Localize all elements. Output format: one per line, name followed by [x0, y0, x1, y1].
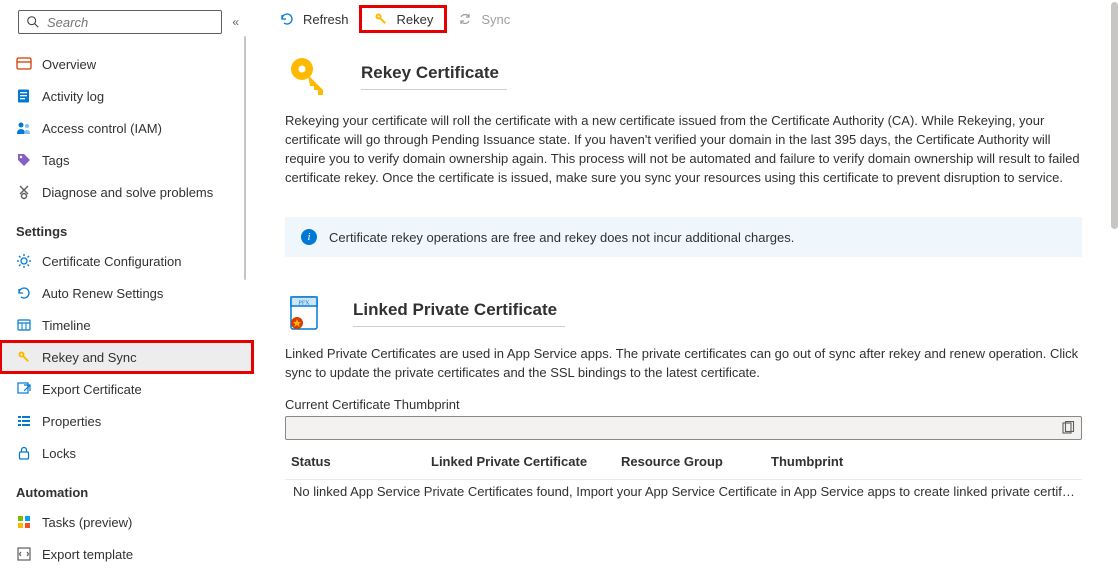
key-icon — [16, 349, 32, 365]
linked-table-empty-row: No linked App Service Private Certificat… — [285, 479, 1082, 505]
sync-icon — [457, 11, 473, 27]
toolbar: Refresh Rekey Sync — [253, 0, 1118, 38]
nav-label: Certificate Configuration — [42, 254, 181, 269]
thumbprint-field — [285, 416, 1082, 440]
nav-label: Properties — [42, 414, 101, 429]
sidebar: « Overview Activity log Access control (… — [0, 0, 253, 568]
sidebar-scrollbar[interactable] — [244, 36, 246, 280]
nav-label: Activity log — [42, 89, 104, 104]
toolbar-refresh-button[interactable]: Refresh — [267, 7, 361, 31]
nav-item-properties[interactable]: Properties — [0, 405, 253, 437]
linked-section-body: Linked Private Certificates are used in … — [285, 345, 1082, 383]
tasks-icon — [16, 514, 32, 530]
toolbar-label: Sync — [481, 12, 510, 27]
thumbprint-label: Current Certificate Thumbprint — [285, 397, 1082, 412]
tags-icon — [16, 152, 32, 168]
overview-icon — [16, 56, 32, 72]
toolbar-rekey-button[interactable]: Rekey — [361, 7, 446, 31]
nav-label: Tasks (preview) — [42, 515, 132, 530]
lock-icon — [16, 445, 32, 461]
nav-label: Rekey and Sync — [42, 350, 137, 365]
nav-item-tags[interactable]: Tags — [0, 144, 253, 176]
nav-label: Timeline — [42, 318, 91, 333]
nav-label: Locks — [42, 446, 76, 461]
activity-log-icon — [16, 88, 32, 104]
toolbar-label: Refresh — [303, 12, 349, 27]
nav-label: Tags — [42, 153, 69, 168]
export-icon — [16, 381, 32, 397]
main-panel: Refresh Rekey Sync — [253, 0, 1118, 568]
nav-item-overview[interactable]: Overview — [0, 48, 253, 80]
nav-group-automation: Automation — [0, 469, 253, 506]
nav-label: Overview — [42, 57, 96, 72]
search-icon — [25, 14, 41, 30]
sidebar-search-input[interactable] — [47, 15, 215, 30]
col-rg: Resource Group — [621, 454, 771, 469]
nav-item-access-control[interactable]: Access control (IAM) — [0, 112, 253, 144]
rekey-section-body: Rekeying your certificate will roll the … — [285, 112, 1082, 187]
rekey-section-title: Rekey Certificate — [361, 63, 507, 90]
properties-icon — [16, 413, 32, 429]
nav-label: Auto Renew Settings — [42, 286, 163, 301]
template-icon — [16, 546, 32, 562]
nav-group-settings: Settings — [0, 208, 253, 245]
nav-label: Export template — [42, 547, 133, 562]
nav-item-diagnose[interactable]: Diagnose and solve problems — [0, 176, 253, 208]
info-icon: i — [301, 229, 317, 245]
nav-item-rekey-sync[interactable]: Rekey and Sync — [0, 341, 253, 373]
col-thumb: Thumbprint — [771, 454, 1076, 469]
nav-item-tasks[interactable]: Tasks (preview) — [0, 506, 253, 538]
main-scrollbar[interactable] — [1111, 2, 1118, 229]
collapse-sidebar-button[interactable]: « — [232, 15, 239, 29]
toolbar-label: Rekey — [397, 12, 434, 27]
nav-label: Diagnose and solve problems — [42, 185, 213, 200]
nav-label: Export Certificate — [42, 382, 142, 397]
refresh-icon — [16, 285, 32, 301]
timeline-icon — [16, 317, 32, 333]
nav-item-timeline[interactable]: Timeline — [0, 309, 253, 341]
nav-item-activity-log[interactable]: Activity log — [0, 80, 253, 112]
toolbar-sync-button: Sync — [445, 7, 522, 31]
nav-item-auto-renew[interactable]: Auto Renew Settings — [0, 277, 253, 309]
nav-item-cert-config[interactable]: Certificate Configuration — [0, 245, 253, 277]
key-large-icon — [285, 52, 333, 100]
sidebar-search[interactable] — [18, 10, 222, 34]
gear-icon — [16, 253, 32, 269]
nav-item-export-cert[interactable]: Export Certificate — [0, 373, 253, 405]
nav-settings: Certificate Configuration Auto Renew Set… — [0, 245, 253, 469]
nav-automation: Tasks (preview) Export template — [0, 506, 253, 570]
svg-text:PFX: PFX — [298, 301, 310, 307]
col-linked: Linked Private Certificate — [431, 454, 621, 469]
pfx-icon: PFX — [285, 293, 325, 333]
key-icon — [373, 11, 389, 27]
refresh-icon — [279, 11, 295, 27]
nav-item-export-template[interactable]: Export template — [0, 538, 253, 570]
access-control-icon — [16, 120, 32, 136]
copy-icon[interactable] — [1061, 421, 1075, 435]
diagnose-icon — [16, 184, 32, 200]
rekey-info-banner: i Certificate rekey operations are free … — [285, 217, 1082, 257]
nav-top: Overview Activity log Access control (IA… — [0, 40, 253, 208]
nav-label: Access control (IAM) — [42, 121, 162, 136]
info-banner-text: Certificate rekey operations are free an… — [329, 230, 794, 245]
col-status: Status — [291, 454, 431, 469]
linked-section-title: Linked Private Certificate — [353, 300, 565, 327]
nav-item-locks[interactable]: Locks — [0, 437, 253, 469]
linked-table-header: Status Linked Private Certificate Resour… — [285, 444, 1082, 479]
